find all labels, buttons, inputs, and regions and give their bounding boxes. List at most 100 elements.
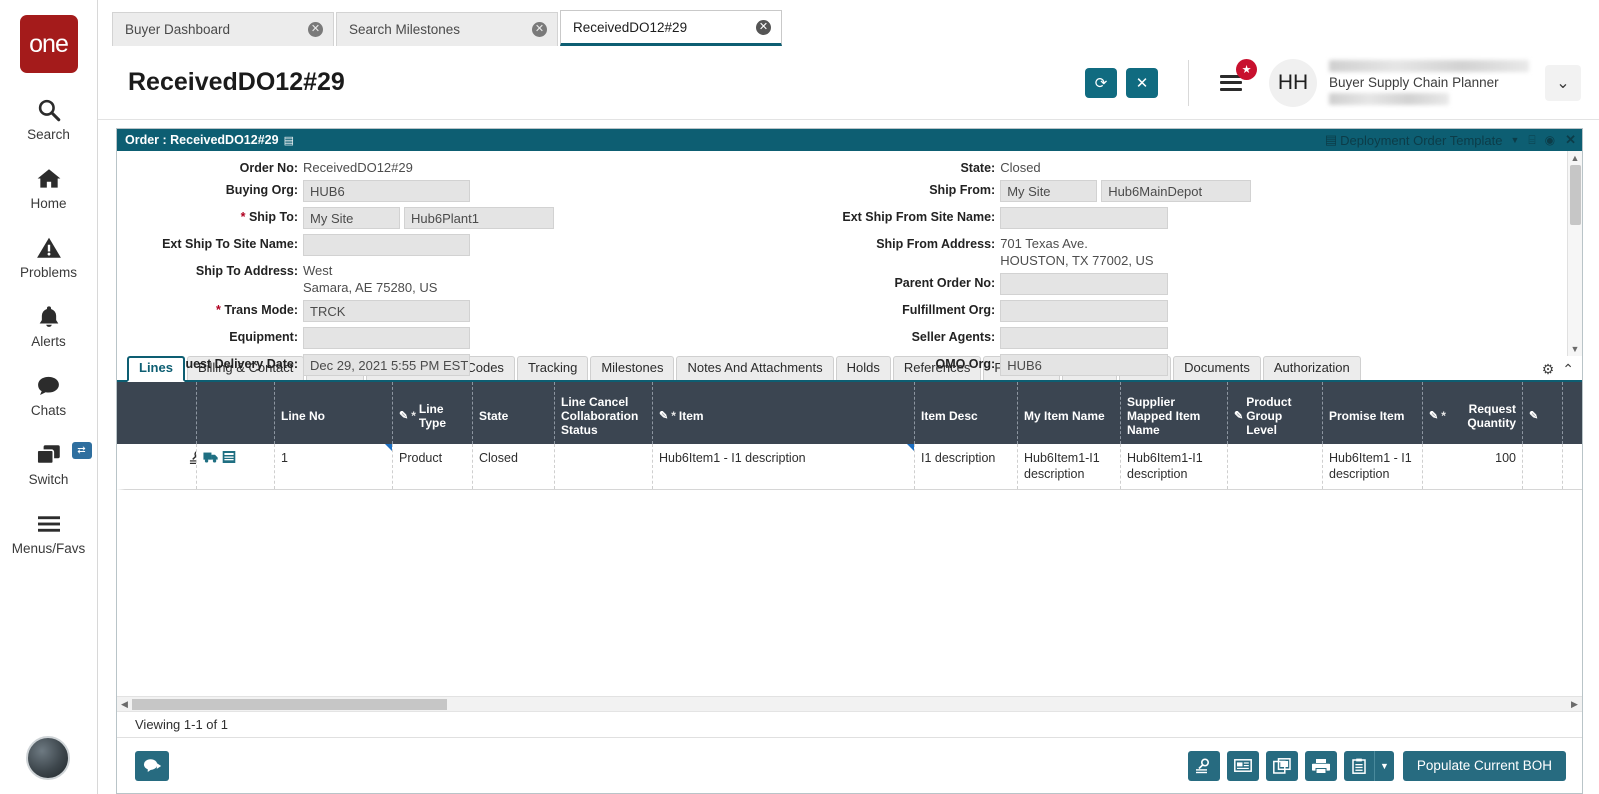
ext-ship-to-site-name-input[interactable]: [303, 234, 470, 256]
cell-line-cancel-collab-status[interactable]: [555, 444, 653, 489]
refresh-button[interactable]: ⟳: [1085, 67, 1117, 98]
close-icon[interactable]: ✕: [532, 22, 547, 37]
cell-product-group-level[interactable]: [1228, 444, 1323, 489]
populate-current-boh-button[interactable]: Populate Current BOH: [1402, 750, 1566, 781]
row-detail-icon-cell[interactable]: [125, 444, 197, 489]
clipboard-split-button[interactable]: ▼: [1343, 750, 1394, 781]
ship-to-type-input[interactable]: My Site: [303, 207, 400, 229]
browser-tab-buyer-dashboard[interactable]: Buyer Dashboard ✕: [112, 12, 334, 46]
box-icon[interactable]: [222, 450, 236, 468]
grid-header-my-item-name[interactable]: My Item Name: [1018, 382, 1121, 444]
collapse-icon[interactable]: ⌃: [1562, 361, 1574, 380]
browser-tab-received-do[interactable]: ReceivedDO12#29 ✕: [560, 10, 782, 46]
sidebar-item-home[interactable]: Home: [0, 164, 98, 211]
avatar-initials: HH: [1277, 70, 1309, 94]
cell-flag-icon: [907, 444, 914, 451]
cell-item[interactable]: Hub6Item1 - I1 description: [653, 444, 915, 489]
grid-header-line-no[interactable]: Line No: [275, 382, 393, 444]
cell-state[interactable]: Closed: [473, 444, 555, 489]
grid-header-line-cancel-collab-status[interactable]: Line Cancel Collaboration Status: [555, 382, 653, 444]
scroll-right-arrow-icon[interactable]: ▶: [1567, 699, 1582, 710]
grid-horizontal-scrollbar[interactable]: ◀ ▶: [117, 696, 1582, 711]
form-vertical-scrollbar[interactable]: ▲ ▼: [1567, 151, 1582, 356]
grid-header-product-group-level[interactable]: ✎ Product Group Level: [1228, 382, 1323, 444]
tab-lines[interactable]: Lines: [127, 356, 185, 382]
sidebar-item-problems[interactable]: Problems: [0, 233, 98, 280]
avatar[interactable]: HH: [1269, 58, 1317, 107]
fulfillment-org-input[interactable]: [1000, 300, 1169, 322]
cell-request-quantity[interactable]: 100: [1423, 444, 1523, 489]
scroll-up-arrow-icon[interactable]: ▲: [1571, 151, 1580, 165]
notification-badge: ★: [1236, 59, 1257, 80]
grid-header-promise-item[interactable]: Promise Item: [1323, 382, 1423, 444]
grid-header-request-quantity[interactable]: ✎ * Request Quantity: [1423, 382, 1523, 444]
field-label: Order No:: [239, 161, 298, 175]
grid-icon[interactable]: ▤: [284, 134, 294, 147]
parent-order-no-input[interactable]: [1000, 273, 1169, 295]
brand-logo[interactable]: one: [19, 15, 78, 73]
scrollbar-thumb[interactable]: [132, 698, 447, 710]
seller-agents-input[interactable]: [1000, 327, 1169, 349]
scrollbar-track[interactable]: [1568, 165, 1582, 342]
gear-icon[interactable]: ⚙: [1542, 361, 1555, 380]
ship-to-site-input[interactable]: Hub6Plant1: [404, 207, 554, 229]
close-icon[interactable]: ✕: [1565, 132, 1576, 148]
close-icon[interactable]: ✕: [756, 19, 771, 35]
scrollbar-thumb[interactable]: [1570, 165, 1581, 225]
copy-button[interactable]: [1265, 750, 1298, 781]
grid-header-item[interactable]: ✎ * Item: [653, 382, 915, 444]
cell-promise-item[interactable]: Hub6Item1 - I1 description: [1323, 444, 1423, 489]
scrollbar-track[interactable]: [132, 698, 1567, 710]
grid-header-state[interactable]: State: [473, 382, 555, 444]
cell-item-desc[interactable]: I1 description: [915, 444, 1018, 489]
magnifier-list-icon[interactable]: [189, 450, 196, 469]
sidebar-item-switch[interactable]: ⇄ Switch: [0, 440, 98, 487]
ship-from-site-input[interactable]: Hub6MainDepot: [1101, 180, 1252, 202]
audit-button[interactable]: [1187, 750, 1220, 781]
notes-button[interactable]: [1226, 750, 1259, 781]
close-page-button[interactable]: ✕: [1126, 67, 1158, 98]
truck-icon[interactable]: [203, 450, 219, 468]
edit-pencil-icon: ✎: [659, 410, 669, 422]
buying-org-input[interactable]: HUB6: [303, 180, 470, 202]
cell-my-item-name[interactable]: Hub6Item1-I1 description: [1018, 444, 1121, 489]
scroll-left-arrow-icon[interactable]: ◀: [117, 699, 132, 710]
sidebar-item-chats[interactable]: Chats: [0, 371, 98, 418]
print-button[interactable]: [1304, 750, 1337, 781]
edit-pencil-icon: ✎: [1529, 410, 1539, 422]
user-menu-button[interactable]: ⌄: [1545, 64, 1581, 101]
ship-from-type-input[interactable]: My Site: [1000, 180, 1098, 202]
grid-header-supplier-mapped-item-name[interactable]: Supplier Mapped Item Name: [1121, 382, 1228, 444]
trans-mode-input[interactable]: TRCK: [303, 300, 470, 322]
sidebar-item-search[interactable]: Search: [0, 95, 98, 142]
sidebar-item-menus-favs[interactable]: Menus/Favs: [0, 509, 98, 556]
request-delivery-date-input[interactable]: Dec 29, 2021 5:55 PM EST: [303, 354, 470, 376]
rail-user-avatar[interactable]: [26, 736, 70, 780]
eye-icon[interactable]: ◉: [1545, 133, 1555, 147]
cell-line-type[interactable]: Product: [393, 444, 473, 489]
menu-button[interactable]: ★: [1211, 59, 1257, 100]
brand-logo-text: one: [29, 29, 69, 58]
omo-org-input[interactable]: HUB6: [1000, 354, 1169, 376]
browser-tab-search-milestones[interactable]: Search Milestones ✕: [336, 12, 558, 46]
clipboard-icon[interactable]: [1343, 750, 1374, 781]
sidebar-item-alerts[interactable]: Alerts: [0, 302, 98, 349]
template-selector[interactable]: ▤ Deployment Order Template ▼: [1325, 132, 1520, 148]
table-row[interactable]: 1 Product Closed Hub6Item1 - I1 descript…: [117, 444, 1582, 490]
close-icon[interactable]: ✕: [308, 22, 323, 37]
switch-badge-icon[interactable]: ⇄: [71, 442, 92, 459]
cell-supplier-mapped-item-name[interactable]: Hub6Item1-I1 description: [1121, 444, 1228, 489]
hierarchy-icon[interactable]: ⌸: [1528, 133, 1535, 148]
chevron-down-icon[interactable]: ▼: [1373, 750, 1394, 781]
cell-line-no[interactable]: 1: [275, 444, 393, 489]
cell-extra[interactable]: [1523, 444, 1563, 489]
chat-button[interactable]: [135, 750, 169, 781]
ext-ship-from-site-name-input[interactable]: [1000, 207, 1169, 229]
field-label: Parent Order No:: [894, 276, 996, 290]
row-action-icons-cell[interactable]: [197, 444, 275, 489]
equipment-input[interactable]: [303, 327, 470, 349]
grid-header-item-desc[interactable]: Item Desc: [915, 382, 1018, 444]
grid-header-extra[interactable]: ✎: [1523, 382, 1563, 444]
grid-header-line-type[interactable]: ✎ * Line Type: [393, 382, 473, 444]
scroll-down-arrow-icon[interactable]: ▼: [1571, 342, 1580, 356]
